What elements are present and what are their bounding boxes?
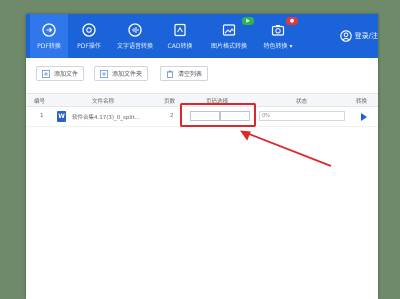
- add-file-button[interactable]: 添加文件: [36, 66, 85, 81]
- tab-label: CAD转换: [167, 43, 193, 50]
- tab-label: 特色转换 ▾: [263, 43, 293, 50]
- page-end-input[interactable]: [220, 111, 250, 121]
- clear-list-label: 清空列表: [178, 71, 203, 78]
- add-folder-label: 添加文件夹: [112, 71, 143, 78]
- tab-voice-convert[interactable]: 文字语音转换: [112, 14, 158, 58]
- header-convert: 转换: [356, 99, 368, 105]
- image-icon: [222, 23, 236, 37]
- add-folder-icon: [100, 69, 108, 78]
- cad-icon: [173, 23, 187, 37]
- pdf-operate-icon: [82, 23, 96, 37]
- header-pages: 页数: [164, 99, 176, 105]
- tab-label: PDF转换: [37, 43, 61, 50]
- pdf-convert-icon: [42, 23, 56, 37]
- tab-pdf-convert[interactable]: PDF转换: [30, 14, 68, 58]
- word-icon: W: [57, 111, 66, 122]
- row-index: 1: [40, 113, 44, 119]
- page-start-input[interactable]: [190, 111, 220, 121]
- camera-icon: [271, 23, 285, 37]
- trash-icon: [166, 70, 174, 78]
- convert-play-icon[interactable]: [361, 113, 367, 121]
- tab-label: 文字语音转换: [116, 43, 153, 50]
- add-file-label: 添加文件: [54, 71, 79, 78]
- table-row[interactable]: 1 W 软件合集4.17(3)_0_split... 2 0%: [26, 107, 378, 127]
- login-button[interactable]: 登录/注: [339, 28, 378, 44]
- main-toolbar: PDF转换 PDF操作 文字语音转换 CAD转换 图片格式转换 ▶ 特色转换 ▾…: [26, 14, 378, 58]
- tab-cad-convert[interactable]: CAD转换: [162, 14, 198, 58]
- tab-label: 图片格式转换: [210, 43, 247, 50]
- voice-icon: [128, 23, 142, 37]
- header-index: 编号: [34, 99, 46, 105]
- app-window: PDF转换 PDF操作 文字语音转换 CAD转换 图片格式转换 ▶ 特色转换 ▾…: [26, 14, 378, 299]
- hot-badge: ●: [286, 17, 298, 25]
- header-page-range: 页码选择: [206, 99, 229, 105]
- status-progress: 0%: [259, 111, 345, 121]
- add-file-icon: [42, 69, 50, 78]
- header-status: 状态: [296, 99, 308, 105]
- row-filename: 软件合集4.17(3)_0_split...: [72, 115, 140, 121]
- clear-list-button[interactable]: 清空列表: [160, 66, 209, 81]
- play-badge: ▶: [242, 17, 254, 25]
- login-label: 登录/注: [354, 32, 378, 40]
- tab-label: PDF操作: [77, 43, 101, 50]
- action-bar: 添加文件 添加文件夹 清空列表: [26, 58, 378, 94]
- user-icon: [339, 30, 352, 42]
- table-header: 编号 文件名称 页数 页码选择 状态 转换: [26, 94, 378, 107]
- tab-pdf-operate[interactable]: PDF操作: [72, 14, 106, 58]
- row-pages: 2: [170, 113, 174, 119]
- header-filename: 文件名称: [92, 99, 115, 105]
- add-folder-button[interactable]: 添加文件夹: [94, 66, 149, 81]
